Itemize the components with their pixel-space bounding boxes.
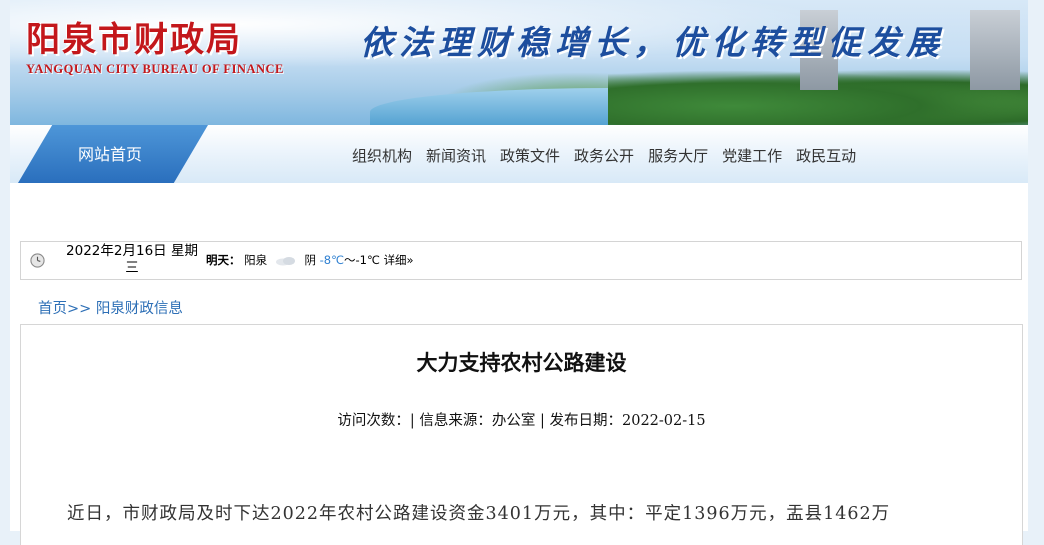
article-body: 近日，市财政局及时下达2022年农村公路建设资金3401万元，其中：平定1396… [67, 504, 891, 524]
nav-item-news[interactable]: 新闻资讯 [419, 145, 493, 166]
nav-item-interaction[interactable]: 政民互动 [789, 145, 863, 166]
nav-item-party-work[interactable]: 党建工作 [715, 145, 789, 166]
tomorrow-label: 明天： [206, 253, 241, 267]
nav-item-policy-documents[interactable]: 政策文件 [493, 145, 567, 166]
main-navigation: 网站首页 组织机构 新闻资讯 政策文件 政务公开 服务大厅 党建工作 政民互动 [10, 125, 1028, 184]
clock-icon [30, 253, 45, 268]
weather-city: 阳泉 [244, 253, 268, 267]
nav-item-government-affairs[interactable]: 政务公开 [567, 145, 641, 166]
site-logo-subtitle: YANGQUAN CITY BUREAU OF FINANCE [26, 62, 284, 76]
breadcrumb-current[interactable]: 阳泉财政信息 [96, 301, 183, 317]
weather-forecast: 明天： 阳泉 阴 -8℃～-1℃ 详细» [206, 252, 414, 268]
weather-bar: 2022年2月16日 星期三 明天： 阳泉 阴 -8℃～-1℃ 详细» [20, 241, 1022, 280]
weather-condition: 阴 [304, 253, 316, 267]
temp-separator: ～ [344, 253, 356, 267]
site-logo-title[interactable]: 阳泉市财政局 [26, 12, 242, 61]
article-title: 大力支持农村公路建设 [416, 350, 627, 375]
nav-menu: 组织机构 新闻资讯 政策文件 政务公开 服务大厅 党建工作 政民互动 [345, 145, 863, 166]
banner-building [970, 10, 1020, 90]
nav-home-tab[interactable]: 网站首页 [18, 125, 208, 183]
article-panel: 大力支持农村公路建设 访问次数：| 信息来源：办公室 | 发布日期：2022-0… [20, 324, 1023, 545]
article-meta: 访问次数：| 信息来源：办公室 | 发布日期：2022-02-15 [337, 413, 706, 429]
current-date: 2022年2月16日 星期三 [66, 243, 198, 276]
breadcrumb: 首页>> 阳泉财政信息 [38, 297, 183, 318]
breadcrumb-separator: >> [67, 301, 92, 317]
site-banner: 阳泉市财政局 YANGQUAN CITY BUREAU OF FINANCE 依… [10, 0, 1028, 125]
nav-item-service-hall[interactable]: 服务大厅 [641, 145, 715, 166]
temp-high: -1℃ [355, 253, 380, 267]
breadcrumb-home[interactable]: 首页 [38, 301, 67, 317]
cloud-icon [275, 256, 295, 265]
content-area: 2022年2月16日 星期三 明天： 阳泉 阴 -8℃～-1℃ 详细» 首页>>… [10, 183, 1028, 545]
home-tab-label: 网站首页 [78, 145, 143, 164]
nav-item-organization[interactable]: 组织机构 [345, 145, 419, 166]
weather-detail-link[interactable]: 详细» [384, 253, 414, 267]
banner-slogan: 依法理财稳增长，优化转型促发展 [360, 23, 945, 62]
temp-low: -8℃ [319, 253, 345, 267]
